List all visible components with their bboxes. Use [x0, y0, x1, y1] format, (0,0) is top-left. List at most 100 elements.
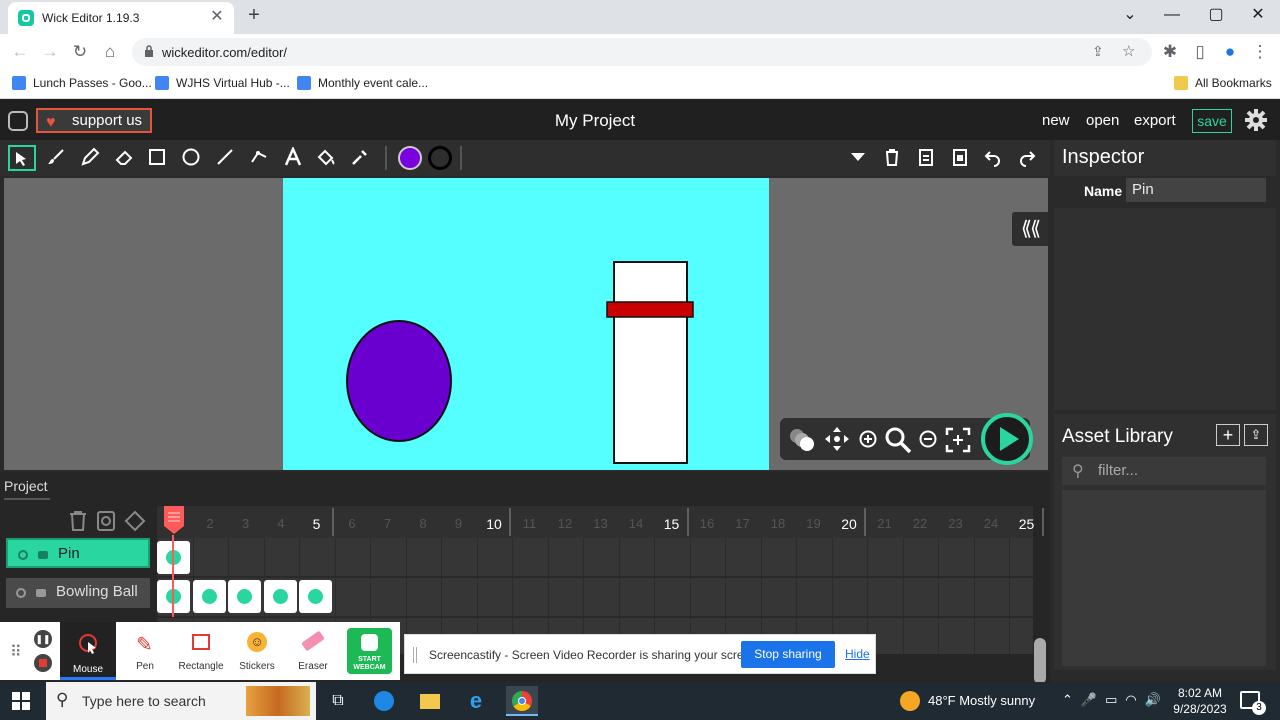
frame-number[interactable]: 18	[761, 516, 796, 531]
system-tray-icons[interactable]: ⌃🎤▭◠🔊	[1062, 692, 1169, 708]
delete-layer-trash-icon[interactable]	[68, 510, 88, 532]
rectangle-tool[interactable]	[143, 145, 171, 171]
frame-number[interactable]: 22	[903, 516, 938, 531]
layer-bowling-ball[interactable]: Bowling Ball	[6, 578, 150, 608]
hide-link[interactable]: Hide	[845, 647, 870, 661]
minimize-button[interactable]: —	[1160, 5, 1184, 25]
frame-number[interactable]: 11	[512, 516, 547, 531]
stroke-color-swatch[interactable]	[428, 146, 452, 170]
frame-number[interactable]: 13	[583, 516, 618, 531]
cursor-tool[interactable]	[8, 145, 36, 171]
frame-number[interactable]: 15	[654, 516, 689, 532]
eraser-tool[interactable]	[110, 145, 138, 171]
frame-number[interactable]: 8	[406, 516, 441, 531]
magnifier-icon[interactable]	[884, 426, 912, 454]
castify-rectangle-tool[interactable]: Rectangle	[176, 628, 226, 674]
maximize-button[interactable]: ▢	[1204, 5, 1228, 25]
export-button[interactable]: export	[1134, 112, 1176, 129]
keyframe[interactable]	[299, 580, 332, 613]
address-bar[interactable]: wickeditor.com/editor/ ⇪ ☆	[132, 38, 1152, 66]
side-panel-icon[interactable]: ▯	[1190, 42, 1210, 62]
frame-number[interactable]: 24	[974, 516, 1009, 531]
stop-record-button[interactable]	[34, 654, 52, 672]
line-tool[interactable]	[211, 145, 239, 171]
internet-explorer-icon[interactable]: e	[460, 686, 492, 716]
frame-number[interactable]: 19	[796, 516, 831, 531]
weather-text[interactable]: 48°F Mostly sunny	[928, 693, 1035, 708]
start-webcam-button[interactable]: START WEBCAM	[347, 628, 392, 674]
onion-skin-icon[interactable]	[788, 427, 816, 453]
frame-number[interactable]: 5	[299, 516, 334, 532]
frame-number[interactable]: 25	[1009, 516, 1044, 532]
asset-filter-input[interactable]: ⚲ filter...	[1062, 457, 1266, 485]
keyframe[interactable]	[263, 580, 297, 613]
frame-number[interactable]: 10	[477, 516, 512, 532]
bookmark-lunch-passes[interactable]: Lunch Passes - Goo...	[12, 76, 152, 92]
keyframe[interactable]	[228, 580, 261, 613]
home-icon[interactable]: ⌂	[100, 42, 120, 62]
project-title[interactable]: My Project	[0, 111, 1190, 131]
new-tab-button[interactable]: +	[244, 5, 264, 26]
canvas-area[interactable]: ⟪⟪	[4, 178, 1048, 470]
bowling-pin[interactable]	[606, 261, 694, 464]
more-actions-dropdown[interactable]	[844, 145, 872, 171]
stop-sharing-button[interactable]: Stop sharing	[741, 641, 835, 668]
notifications-icon[interactable]: 3	[1240, 691, 1266, 715]
share-bar-handle-icon[interactable]	[413, 647, 417, 663]
castify-eraser-tool[interactable]: Eraser	[288, 628, 338, 674]
chrome-taskbar-icon[interactable]	[506, 686, 538, 716]
new-button[interactable]: new	[1042, 112, 1070, 129]
chrome-menu-icon[interactable]: ⋮	[1250, 42, 1270, 62]
profile-icon[interactable]: ●	[1220, 42, 1240, 62]
fill-color-swatch[interactable]	[398, 146, 422, 170]
delete-selection-button[interactable]	[878, 145, 906, 171]
layer-pin[interactable]: Pin	[6, 538, 150, 568]
keyframe-diamond-icon[interactable]	[124, 510, 146, 532]
drag-handle-icon[interactable]: ⠿	[10, 642, 22, 662]
bookmark-wjhs-hub[interactable]: WJHS Virtual Hub -...	[155, 76, 290, 92]
frame-number[interactable]: 6	[335, 516, 370, 531]
bookmark-star-icon[interactable]: ☆	[1122, 42, 1135, 60]
frame-number[interactable]: 3	[228, 516, 263, 531]
export-asset-icon[interactable]: ⇪	[1244, 424, 1268, 446]
pause-icon[interactable]: ❚❚	[34, 630, 52, 648]
frame-number[interactable]: 23	[938, 516, 973, 531]
extensions-icon[interactable]: ✱	[1160, 42, 1180, 62]
tab-project[interactable]: Project	[4, 478, 48, 494]
brush-tool[interactable]	[42, 145, 70, 171]
eyedropper-tool[interactable]	[346, 145, 374, 171]
play-button[interactable]	[980, 412, 1034, 466]
pan-icon[interactable]	[824, 426, 850, 452]
browser-tab[interactable]: Wick Editor 1.19.3 ✕	[8, 2, 234, 34]
share-icon[interactable]: ⇪	[1092, 43, 1104, 60]
redo-button[interactable]	[1013, 145, 1041, 171]
edge-icon[interactable]	[368, 686, 400, 716]
gear-icon[interactable]	[1244, 108, 1268, 132]
frame-number[interactable]: 7	[370, 516, 405, 531]
fill-bucket-tool[interactable]	[312, 145, 340, 171]
add-tween-icon[interactable]	[96, 510, 116, 532]
undo-button[interactable]	[979, 145, 1007, 171]
collapse-panel-icon[interactable]: ⟪⟪	[1012, 212, 1048, 246]
keyframe[interactable]	[192, 580, 226, 613]
save-button[interactable]: save	[1192, 109, 1232, 133]
frame-number[interactable]: 16	[690, 516, 725, 531]
zoom-in-icon[interactable]	[858, 429, 878, 449]
taskbar-clock[interactable]: 8:02 AM 9/28/2023	[1168, 685, 1232, 717]
copy-button[interactable]	[912, 145, 940, 171]
pencil-tool[interactable]	[76, 145, 104, 171]
text-tool[interactable]	[279, 145, 307, 171]
all-bookmarks[interactable]: All Bookmarks	[1174, 76, 1272, 92]
castify-mouse-tool[interactable]: Mouse	[60, 622, 116, 680]
frame-ruler[interactable]: 2 3 4 5 6 7 8 9 10 11 12 13 14 15 16 17 18 19 20 21 22 23 24 25	[157, 506, 1044, 538]
name-input[interactable]: Pin	[1126, 178, 1266, 202]
open-button[interactable]: open	[1086, 112, 1119, 129]
ellipse-tool[interactable]	[177, 145, 205, 171]
lock-icon[interactable]	[38, 551, 48, 559]
reload-icon[interactable]: ↻	[70, 42, 90, 62]
lock-icon[interactable]	[36, 589, 46, 597]
zoom-out-icon[interactable]	[918, 429, 938, 449]
frame-number[interactable]: 21	[867, 516, 902, 531]
frame-number[interactable]: 20	[832, 516, 867, 532]
frame-number[interactable]: 2	[193, 516, 228, 531]
